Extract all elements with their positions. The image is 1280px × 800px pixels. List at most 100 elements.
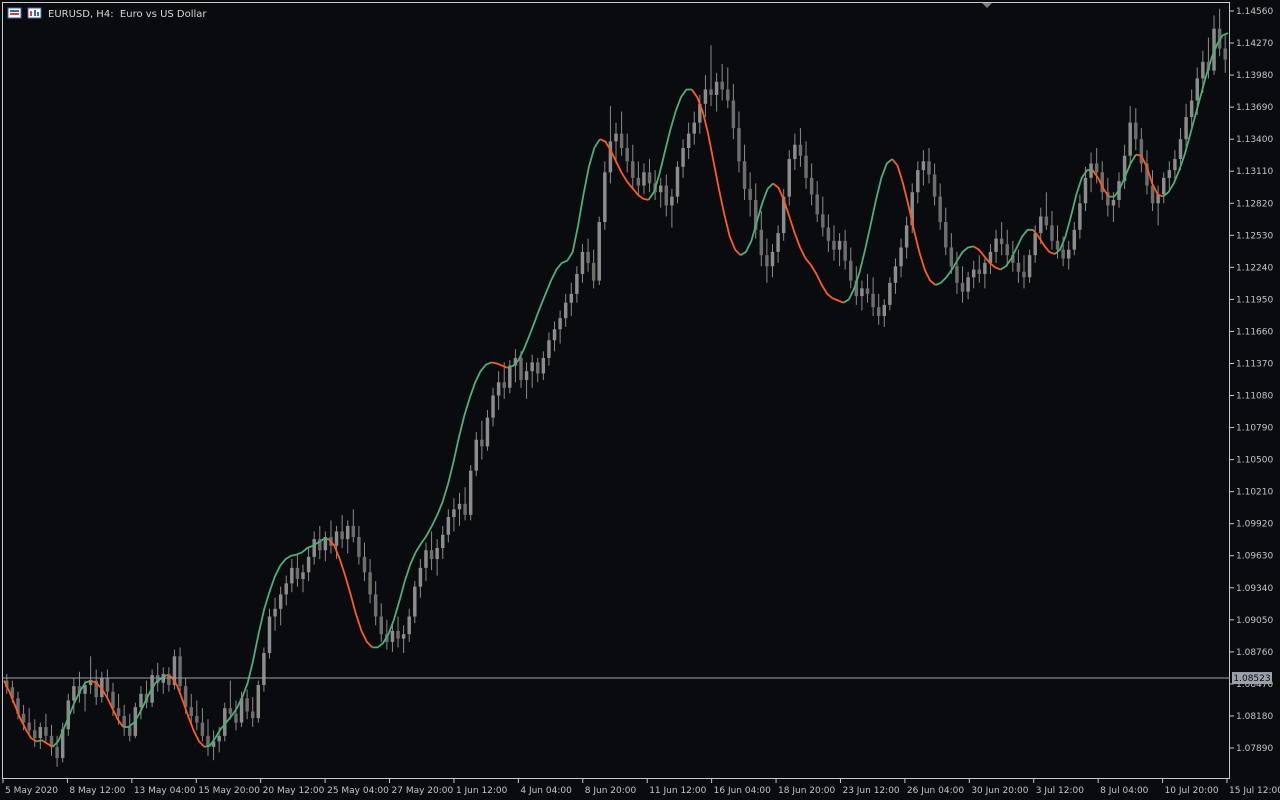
- candle-body: [1189, 100, 1194, 118]
- chart-title: EURUSD, H4: Euro vs US Dollar: [48, 9, 207, 20]
- candle-body: [379, 616, 383, 635]
- candle-body: [441, 534, 445, 549]
- chart-properties-icon[interactable]: [27, 7, 42, 19]
- y-tick-label: 1.14270: [1236, 39, 1273, 49]
- candle-body: [1005, 244, 1009, 256]
- candle-body: [893, 266, 898, 283]
- candle-body: [826, 227, 831, 241]
- candle-body: [960, 282, 965, 292]
- candle-body: [563, 302, 568, 319]
- candle-body: [614, 133, 618, 142]
- candle-body: [396, 630, 400, 639]
- candle-body: [714, 81, 719, 95]
- y-tick-label: 1.11080: [1236, 392, 1273, 402]
- candle-body: [485, 417, 490, 447]
- y-tick-label: 1.10210: [1236, 488, 1273, 498]
- candle-body: [686, 133, 691, 149]
- x-tick-label: 20 May 12:00: [263, 786, 325, 796]
- candle-body: [770, 251, 775, 267]
- candle-body: [625, 148, 629, 162]
- candle-body: [1134, 122, 1138, 140]
- candle-body: [888, 282, 892, 305]
- candle-body: [586, 251, 590, 263]
- candle-body: [250, 711, 255, 719]
- candle-body: [1055, 240, 1060, 250]
- candle-body: [608, 141, 613, 173]
- y-tick-label: 1.10500: [1236, 456, 1273, 466]
- candle-body: [798, 144, 803, 156]
- y-tick-label: 1.12530: [1236, 231, 1273, 241]
- candle-body: [558, 318, 562, 330]
- candle-body: [234, 713, 238, 723]
- candle-body: [742, 161, 747, 189]
- candle-body: [955, 266, 959, 283]
- candle-body: [916, 170, 920, 193]
- price-chart[interactable]: 1.14560 1.14270 1.13980 1.13690 1.13400 1.131…: [0, 0, 1280, 800]
- y-tick-label: 1.13110: [1236, 167, 1273, 177]
- y-tick-label: 1.11660: [1236, 327, 1273, 337]
- candle-body: [351, 525, 356, 537]
- x-tick-label: 23 Jun 12:00: [842, 786, 899, 796]
- candle-body: [373, 594, 378, 617]
- candle-body: [927, 161, 931, 175]
- candle-body: [983, 262, 987, 274]
- y-tick-label: 1.09920: [1236, 520, 1273, 530]
- y-tick-label: 1.11950: [1236, 295, 1273, 305]
- candle-body: [1044, 216, 1049, 226]
- candle-body: [116, 708, 121, 716]
- candle-body: [1094, 163, 1099, 173]
- y-tick-label: 1.12820: [1236, 199, 1273, 209]
- x-tick-label: 15 May 20:00: [198, 786, 260, 796]
- candle-body: [971, 269, 976, 278]
- candle-body: [362, 556, 367, 573]
- y-tick-label: 1.13400: [1236, 135, 1273, 145]
- candle-body: [765, 255, 769, 267]
- x-tick-label: 4 Jun 04:00: [520, 786, 572, 796]
- candle-body: [306, 556, 311, 573]
- candle-body: [737, 128, 741, 162]
- x-tick-label: 26 Jun 04:00: [907, 786, 964, 796]
- candle-body: [429, 550, 434, 560]
- candle-body: [502, 382, 506, 388]
- chart-background: [0, 0, 1280, 800]
- x-tick-label: 30 Jun 20:00: [971, 786, 1028, 796]
- candle-body: [1161, 177, 1166, 195]
- candle-body: [55, 746, 59, 758]
- candle-body: [591, 262, 596, 281]
- candle-body: [703, 89, 708, 104]
- candle-body: [38, 727, 43, 739]
- y-tick-label: 1.10790: [1236, 424, 1273, 434]
- candle-body: [524, 371, 529, 381]
- candle-body: [809, 177, 814, 195]
- candle-body: [1072, 229, 1077, 250]
- candle-body: [619, 133, 624, 149]
- candle-body: [1066, 249, 1071, 259]
- candle-body: [1167, 170, 1172, 178]
- candle-body: [1201, 61, 1205, 79]
- candle-body: [407, 616, 411, 635]
- candle-body: [949, 247, 954, 267]
- y-tick-label: 1.12240: [1236, 263, 1273, 273]
- candle-body: [105, 678, 110, 692]
- candle-body: [200, 722, 205, 736]
- candle-body: [899, 247, 903, 267]
- candle-body: [189, 707, 193, 716]
- x-tick-label: 11 Jun 12:00: [649, 786, 706, 796]
- candle-body: [463, 503, 467, 515]
- current-price-value: 1.08523: [1233, 674, 1270, 684]
- candle-body: [284, 583, 288, 595]
- symbol-menu-icon[interactable]: [7, 7, 22, 19]
- x-tick-label: 16 Jun 04:00: [714, 786, 771, 796]
- candle: [256, 680, 261, 723]
- candle-body: [368, 572, 372, 595]
- candle-body: [1050, 225, 1054, 241]
- candle-body: [33, 730, 37, 739]
- candle-body: [267, 616, 272, 653]
- candle-body: [636, 177, 641, 186]
- candle-body: [999, 238, 1004, 245]
- candle-body: [128, 727, 132, 736]
- candle-body: [849, 260, 853, 281]
- y-tick-label: 1.09340: [1236, 584, 1273, 594]
- candle-body: [921, 161, 926, 171]
- candle-body: [530, 362, 534, 372]
